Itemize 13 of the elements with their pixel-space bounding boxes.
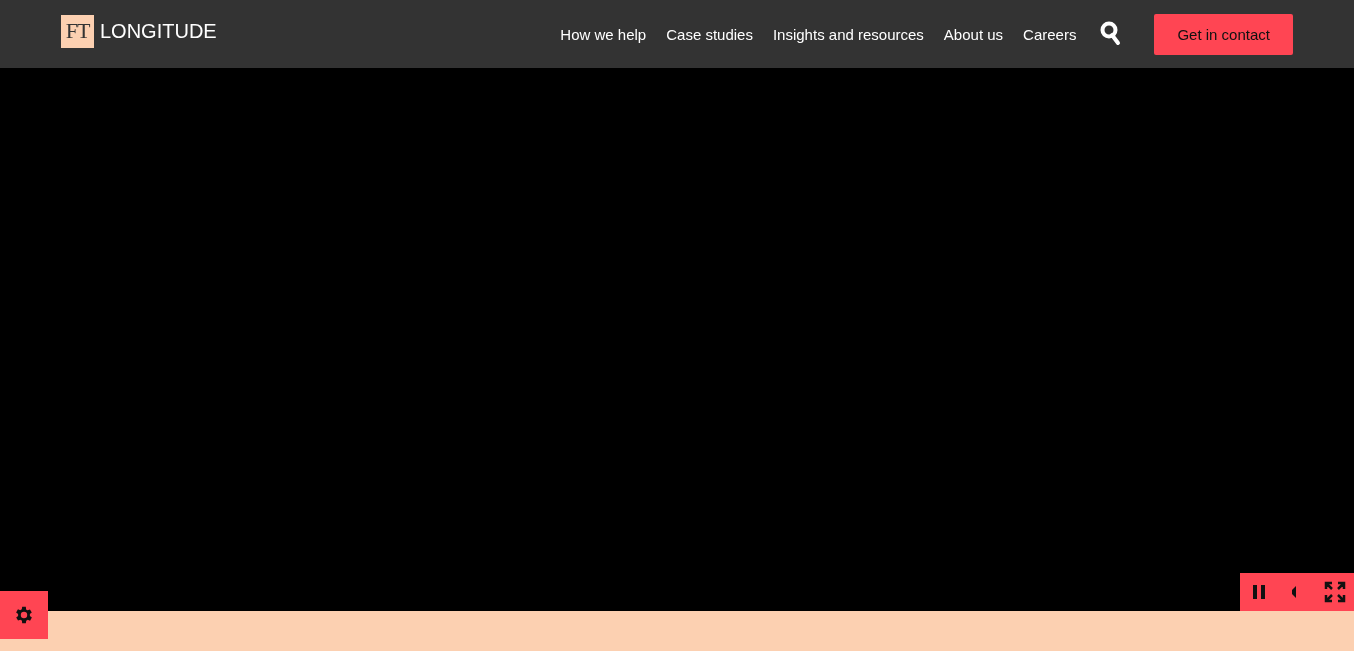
logo[interactable]: FT LONGITUDE bbox=[61, 14, 217, 48]
nav-link[interactable]: About us bbox=[943, 25, 1004, 43]
contact-button[interactable]: Get in contact bbox=[1154, 13, 1293, 55]
settings-button[interactable] bbox=[0, 591, 48, 639]
logo-name: LONGITUDE bbox=[100, 19, 217, 43]
nav-link[interactable]: Insights and resources bbox=[772, 25, 924, 43]
logo-mark: FT bbox=[61, 14, 94, 48]
nav-link[interactable]: How we help bbox=[560, 25, 647, 43]
nav-link[interactable]: Careers bbox=[1023, 25, 1077, 43]
nav-link[interactable]: Case studies bbox=[666, 25, 753, 43]
search-icon[interactable] bbox=[1100, 21, 1123, 47]
settings-icon bbox=[13, 604, 35, 626]
fullscreen-icon[interactable] bbox=[1324, 581, 1346, 603]
